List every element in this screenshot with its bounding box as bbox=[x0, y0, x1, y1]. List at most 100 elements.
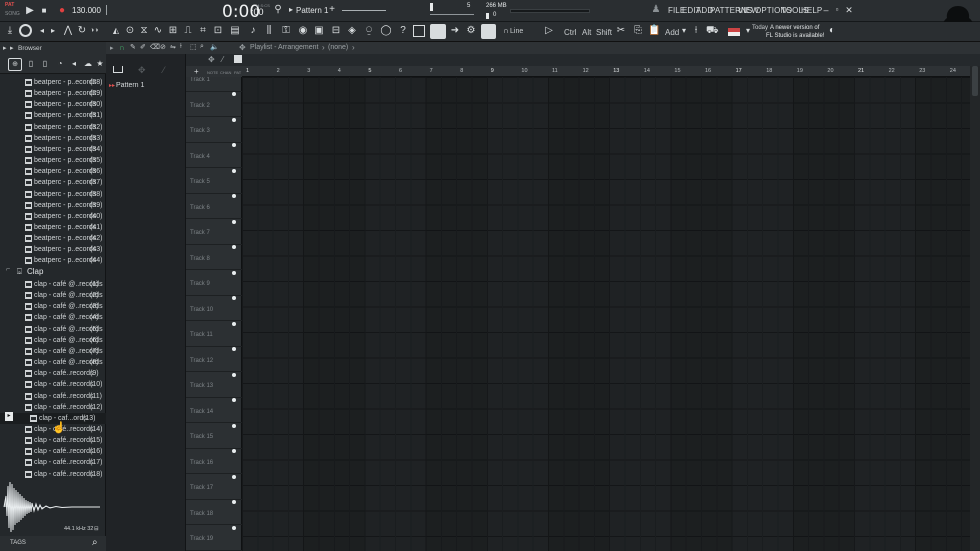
move-icon[interactable]: ✥ bbox=[208, 55, 215, 64]
browser-file-item[interactable]: beatperc - p..ecords (34) bbox=[0, 144, 106, 155]
track-header[interactable]: Track 3 bbox=[186, 117, 242, 147]
picker-pencil-icon[interactable]: ⁄ bbox=[163, 65, 165, 75]
browser-file-item[interactable]: beatperc - p..ecords (42) bbox=[0, 233, 106, 244]
pitch-icon[interactable]: ⋀ bbox=[62, 26, 74, 38]
browser-file-item[interactable]: clap - café @..records (1) bbox=[0, 279, 106, 290]
preview-play-icon[interactable]: ▸ bbox=[5, 412, 13, 421]
picker-add-icon[interactable]: ✥ bbox=[138, 65, 146, 76]
track-header[interactable]: Track 9 bbox=[186, 270, 242, 300]
news-line-2[interactable]: FL Studio is available! bbox=[766, 33, 824, 39]
browser-file-item[interactable]: beatperc - p..ecords (35) bbox=[0, 155, 106, 166]
tempo-display[interactable]: 130.000 bbox=[72, 6, 101, 15]
tool-select-icon[interactable]: ⬚ bbox=[190, 43, 197, 51]
blend-notes-icon[interactable]: ∿ bbox=[152, 26, 164, 38]
capture-icon[interactable] bbox=[413, 25, 425, 37]
track-header[interactable]: Track 18 bbox=[186, 500, 242, 530]
lock-icon[interactable]: ♟ bbox=[650, 5, 662, 17]
browser-file-item[interactable]: beatperc - p..ecords (32) bbox=[0, 122, 106, 133]
playlist-timeline[interactable]: 1 2 3 4 5 6 7 8 9 10 11 12 13 14 15 16 17 18 19 20 21 22 23 24 bbox=[242, 66, 970, 77]
track-header[interactable]: Track 14 bbox=[186, 398, 242, 428]
plugin-database-icon[interactable]: ◉ bbox=[297, 26, 309, 38]
cart-icon[interactable]: ⛟ bbox=[706, 26, 719, 38]
browser-file-item[interactable]: clap - café..records (17) bbox=[0, 457, 106, 468]
stop-icon[interactable]: ■ bbox=[38, 6, 50, 18]
browser-file-item[interactable]: beatperc - p..ecords (28) bbox=[0, 77, 106, 88]
tool-playback-icon[interactable]: 🔈 bbox=[210, 43, 219, 51]
download-icon[interactable]: ⤓ bbox=[4, 26, 16, 38]
browser-file-item[interactable]: beatperc - p..ecords (36) bbox=[0, 166, 106, 177]
track-header[interactable]: Track 7 bbox=[186, 219, 242, 249]
breadcrumb-chevron-icon[interactable]: › bbox=[352, 43, 355, 52]
browser-file-icon[interactable]: ▯ bbox=[25, 59, 37, 71]
shift-key[interactable]: Shift bbox=[596, 28, 612, 37]
track-header[interactable]: Track 8 bbox=[186, 245, 242, 275]
news-line-1[interactable]: A newer version of bbox=[770, 25, 819, 31]
scrollbar-thumb[interactable] bbox=[972, 66, 978, 96]
help-icon[interactable]: ? bbox=[397, 26, 409, 38]
countdown-icon[interactable]: ⧖ bbox=[138, 26, 150, 38]
play-icon[interactable]: ▶ bbox=[24, 6, 36, 18]
snap-mode-piano-icon[interactable] bbox=[430, 24, 446, 39]
track-header[interactable]: Track 2 bbox=[186, 92, 242, 122]
wait-input-icon[interactable]: ⊙ bbox=[124, 26, 136, 38]
tempo-tapper-icon[interactable]: ◈ bbox=[346, 26, 358, 38]
track-header[interactable]: Track 4 bbox=[186, 143, 242, 173]
playlist-magnet-icon[interactable]: ∩ bbox=[119, 43, 125, 52]
folder-clap[interactable]: ⌐ ⌺ Clap bbox=[0, 266, 106, 278]
master-volume-knob[interactable] bbox=[19, 24, 32, 37]
browser-arrow-icon[interactable]: ▸ bbox=[10, 44, 14, 52]
step-edit-icon[interactable]: ⊞ bbox=[167, 26, 179, 38]
channel-rack-icon[interactable]: ⚿ bbox=[280, 26, 292, 38]
snap-magnet-icon[interactable]: ⚲ bbox=[272, 5, 284, 17]
browser-file-item[interactable]: clap - café..records (15) bbox=[0, 435, 106, 446]
cut-icon[interactable]: ✂ bbox=[615, 26, 627, 38]
browser-file-item[interactable]: clap - café..records (9) bbox=[0, 368, 106, 379]
browser-file-item[interactable]: beatperc - p..ecords (38) bbox=[0, 189, 106, 200]
track-header[interactable]: Track 11 bbox=[186, 321, 242, 351]
search-icon[interactable]: ⌕ bbox=[92, 537, 98, 548]
pencil-icon[interactable]: ⁄ bbox=[222, 55, 223, 64]
browser-file-item[interactable]: clap - café @..records (8) bbox=[0, 357, 106, 368]
track-header[interactable]: Track 10 bbox=[186, 296, 242, 326]
arrangement-selection[interactable]: (none) bbox=[328, 44, 348, 51]
mode-song-label[interactable]: SONG bbox=[5, 11, 20, 17]
folder-collapse-icon[interactable]: ⌐ bbox=[6, 266, 10, 273]
update-icon[interactable]: ◐ bbox=[826, 26, 838, 38]
microphone-icon[interactable]: ⍜ bbox=[363, 26, 375, 38]
scroll-icon[interactable]: ⎍ bbox=[182, 26, 194, 38]
browser-file-item[interactable]: clap - café @..records (6) bbox=[0, 335, 106, 346]
ctrl-key[interactable]: Ctrl bbox=[564, 28, 576, 37]
piano-toggle-icon[interactable] bbox=[234, 55, 242, 63]
browser-file-item[interactable]: beatperc - p..ecords (37) bbox=[0, 177, 106, 188]
browser-file-item[interactable]: beatperc - p..ecords (31) bbox=[0, 110, 106, 121]
chat-icon[interactable]: ◯ bbox=[380, 26, 392, 38]
play-selection-icon[interactable]: ▷ bbox=[543, 26, 555, 38]
track-header[interactable]: Track 19 bbox=[186, 525, 242, 551]
browser-file-item[interactable]: clap - café @..records (4) bbox=[0, 312, 106, 323]
track-header[interactable]: Track 12 bbox=[186, 347, 242, 377]
track-header[interactable]: Track 17 bbox=[186, 474, 242, 504]
track-header[interactable]: Track 16 bbox=[186, 449, 242, 479]
tool-slip-icon[interactable]: ⇋ bbox=[170, 43, 176, 51]
browser-file-item[interactable]: clap - café..records (16) bbox=[0, 446, 106, 457]
tags-label[interactable]: TAGS bbox=[10, 540, 26, 546]
tool-delete-icon[interactable]: ⌫ bbox=[150, 43, 160, 51]
pattern-selector[interactable]: Pattern 1 bbox=[296, 6, 328, 15]
browser-file-item[interactable]: clap - café @..records (2) bbox=[0, 290, 106, 301]
pan-knob-icon[interactable]: ⍿ bbox=[690, 26, 702, 38]
browser-back-icon[interactable]: ◂ bbox=[68, 59, 80, 71]
copy-icon[interactable]: ⎘ bbox=[632, 26, 644, 38]
metronome-icon[interactable]: ◭ bbox=[110, 26, 122, 38]
piano-roll-icon[interactable]: ♪ bbox=[247, 26, 259, 38]
fast-forward-icon[interactable]: ▸ bbox=[47, 26, 59, 38]
tool-zoom-icon[interactable]: ⌕ bbox=[200, 43, 204, 51]
tool-draw-icon[interactable]: ✎ bbox=[130, 43, 136, 51]
browser-file-item[interactable]: clap - café..records (12) bbox=[0, 402, 106, 413]
loop-icon[interactable]: ↻ bbox=[76, 26, 88, 38]
alt-key[interactable]: Alt bbox=[582, 28, 591, 37]
plugin-picker-icon[interactable]: ⊟ bbox=[330, 26, 342, 38]
browser-options-icon[interactable]: ▸ bbox=[3, 44, 7, 52]
language-flag-icon[interactable] bbox=[728, 28, 740, 36]
browser-file-item[interactable]: beatperc - p..ecords (29) bbox=[0, 88, 106, 99]
playlist-icon[interactable]: ▤ bbox=[229, 26, 241, 38]
